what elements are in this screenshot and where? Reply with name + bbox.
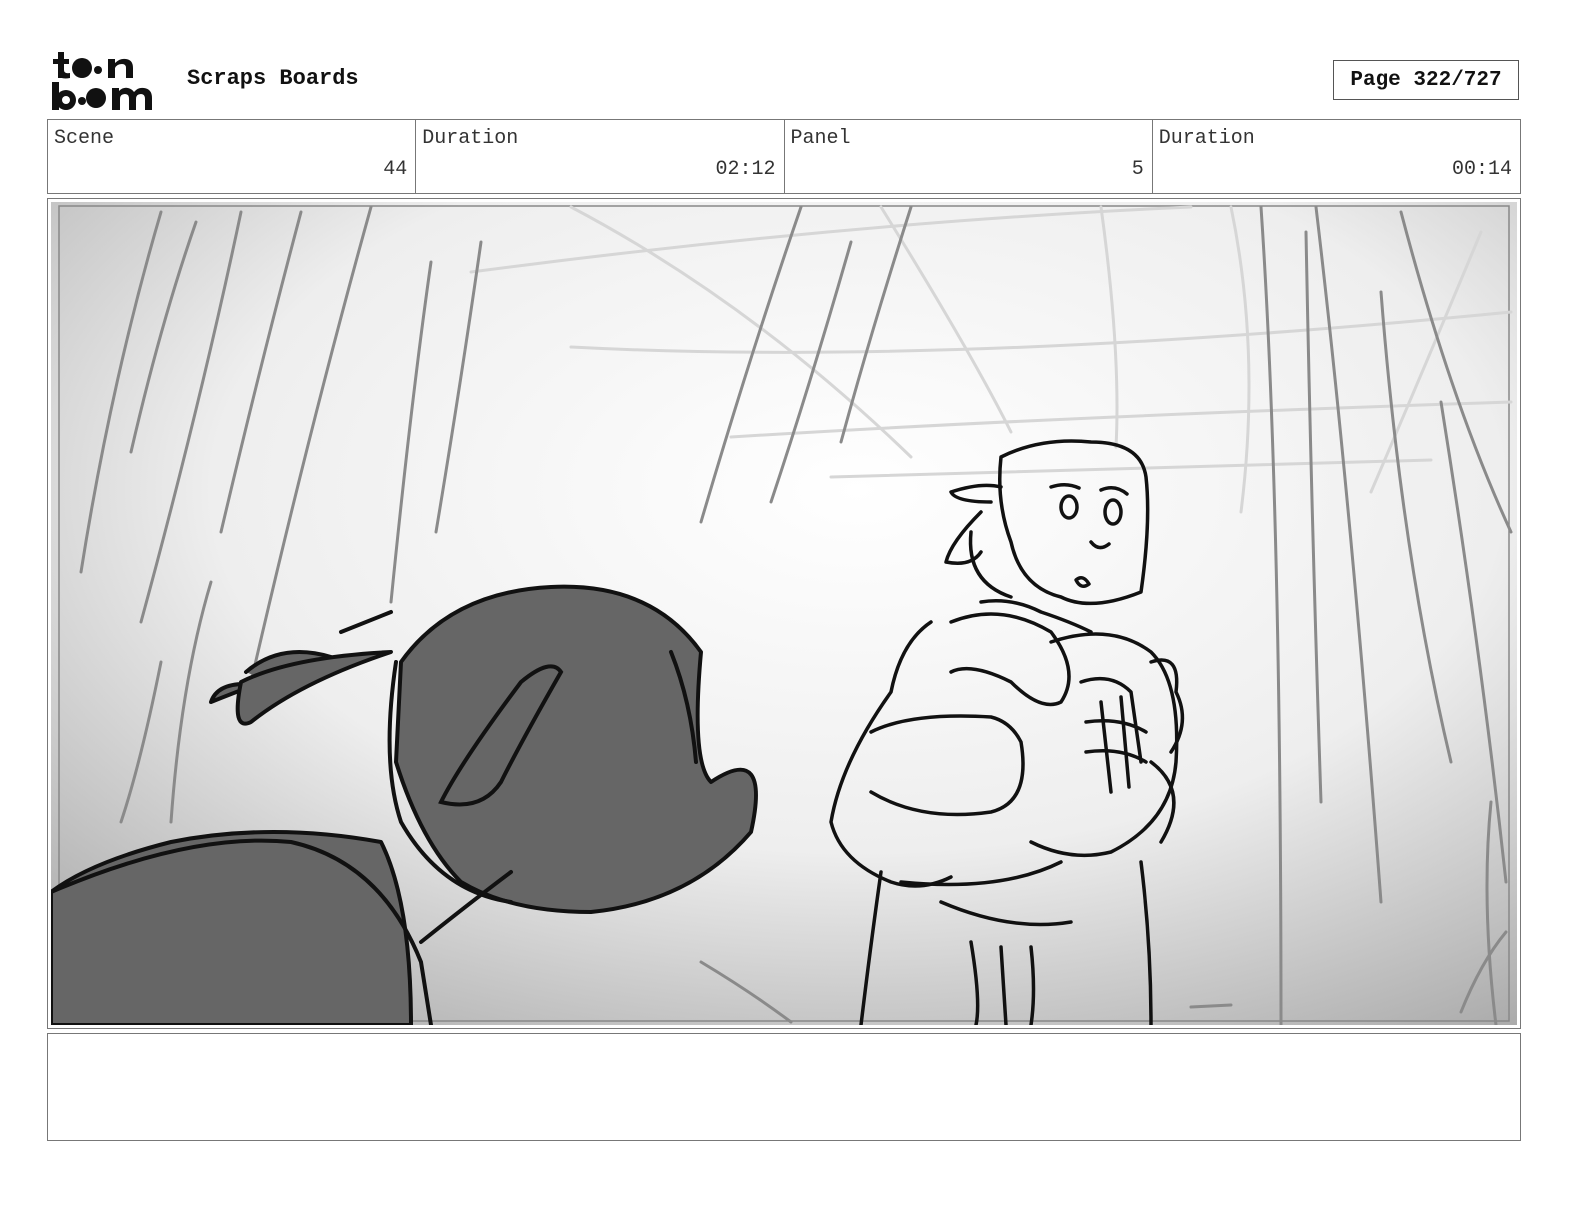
panel-cell: Panel 5: [785, 120, 1153, 193]
storyboard-panel-image: [51, 202, 1517, 1025]
panel-label: Panel: [790, 127, 851, 150]
scene-duration-label: Duration: [422, 127, 519, 150]
scene-cell: Scene 44: [48, 120, 417, 193]
storyboard-sketch: [51, 202, 1517, 1025]
page-indicator: Page 322/727: [1333, 60, 1519, 100]
logo-icon: [52, 52, 152, 110]
panel-duration-cell: Duration 00:14: [1153, 120, 1520, 193]
scene-duration-cell: Duration 02:12: [416, 120, 785, 193]
panel-duration-label: Duration: [1158, 127, 1255, 150]
notes-box[interactable]: [47, 1033, 1521, 1141]
scene-duration-value: 02:12: [715, 158, 776, 181]
panel-info-row: Scene 44 Duration 02:12 Panel 5 Duration…: [47, 119, 1521, 194]
scene-value: 44: [383, 158, 408, 181]
scene-label: Scene: [54, 127, 115, 150]
app-title: Scraps Boards: [187, 66, 359, 91]
panel-value: 5: [1131, 158, 1144, 181]
panel-duration-value: 00:14: [1451, 158, 1512, 181]
toon-boom-logo: [50, 50, 165, 112]
